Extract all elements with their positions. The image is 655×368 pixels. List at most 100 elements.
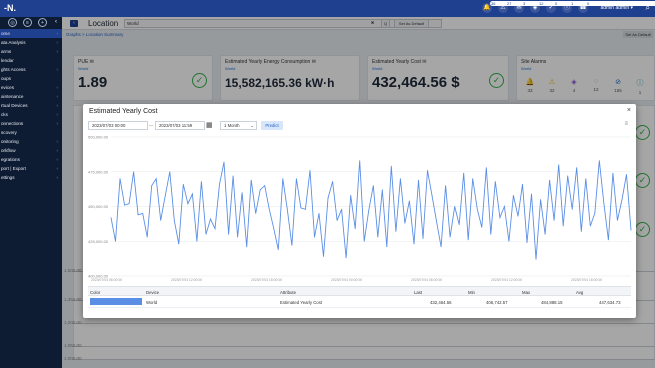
data-point[interactable] (400, 178, 401, 180)
data-point[interactable] (201, 181, 202, 182)
data-point[interactable] (381, 189, 383, 191)
data-point[interactable] (562, 225, 564, 227)
data-point[interactable] (585, 178, 587, 180)
data-point[interactable] (323, 256, 324, 257)
data-point[interactable] (128, 203, 130, 205)
data-point[interactable] (182, 183, 184, 185)
data-point[interactable] (341, 208, 342, 210)
data-point[interactable] (449, 236, 451, 238)
data-point[interactable] (368, 210, 370, 212)
data-point[interactable] (513, 195, 514, 196)
data-point[interactable] (598, 160, 600, 161)
data-point[interactable] (553, 220, 555, 221)
sidebar-item[interactable]: arms ‹ (0, 47, 62, 56)
data-point[interactable] (273, 228, 275, 230)
sidebar-item[interactable]: egrations ‹ (0, 155, 62, 164)
data-point[interactable] (531, 193, 532, 195)
data-point[interactable] (160, 220, 162, 221)
data-point[interactable] (431, 195, 433, 196)
data-point[interactable] (359, 160, 361, 161)
data-point[interactable] (259, 189, 261, 191)
sidebar-item[interactable]: ghts Access ‹ (0, 65, 62, 74)
data-point[interactable] (345, 257, 347, 259)
sidebar-item[interactable]: rtual Devices ‹ (0, 101, 62, 110)
data-point[interactable] (354, 228, 356, 230)
data-point[interactable] (594, 213, 596, 214)
data-point[interactable] (517, 215, 519, 217)
data-point[interactable] (467, 239, 469, 241)
sidebar-item[interactable]: port | Export ‹ (0, 164, 62, 173)
data-point[interactable] (219, 183, 220, 185)
data-point[interactable] (571, 208, 573, 210)
data-point[interactable] (332, 181, 333, 182)
sidebar-item[interactable]: scovery (0, 128, 62, 137)
data-point[interactable] (630, 229, 632, 231)
data-point[interactable] (603, 203, 605, 205)
data-point[interactable] (164, 195, 166, 196)
data-point[interactable] (205, 233, 207, 235)
data-point[interactable] (567, 175, 569, 177)
data-point[interactable] (268, 208, 270, 210)
data-point[interactable] (504, 206, 505, 207)
data-point[interactable] (115, 240, 116, 242)
data-point[interactable] (549, 179, 550, 181)
data-point[interactable] (494, 181, 496, 182)
data-point[interactable] (173, 220, 175, 221)
data-point[interactable] (133, 171, 134, 173)
data-point[interactable] (286, 208, 288, 210)
data-point[interactable] (458, 224, 460, 225)
collapse-icon[interactable]: ‹ (55, 19, 57, 25)
user-menu[interactable]: admin admin ▾ (600, 5, 633, 11)
data-point[interactable] (463, 172, 465, 174)
data-point[interactable] (350, 195, 352, 196)
data-point[interactable] (404, 222, 406, 224)
data-point[interactable] (540, 199, 541, 200)
data-point[interactable] (187, 203, 189, 205)
sidebar-item[interactable]: lendar (0, 56, 62, 65)
data-point[interactable] (223, 161, 225, 163)
data-point[interactable] (305, 208, 306, 210)
data-point[interactable] (476, 208, 478, 210)
data-point[interactable] (300, 207, 302, 209)
data-point[interactable] (296, 178, 297, 180)
data-point[interactable] (436, 221, 437, 223)
data-point[interactable] (386, 246, 388, 248)
data-point[interactable] (142, 213, 144, 214)
sidebar-item[interactable]: ettings ‹ (0, 173, 62, 182)
data-point[interactable] (309, 170, 311, 171)
data-point[interactable] (282, 178, 284, 180)
data-point[interactable] (151, 185, 153, 186)
data-point[interactable] (110, 217, 112, 218)
data-point[interactable] (481, 226, 483, 228)
data-point[interactable] (232, 175, 234, 177)
data-point[interactable] (621, 199, 623, 200)
data-point[interactable] (626, 174, 627, 175)
data-point[interactable] (196, 240, 198, 242)
data-point[interactable] (522, 183, 523, 185)
data-point[interactable] (210, 218, 211, 220)
data-point[interactable] (472, 178, 474, 180)
sidebar-item[interactable]: ome ‹ (0, 29, 62, 38)
data-point[interactable] (336, 220, 338, 221)
sidebar-item[interactable]: orkflow ‹ (0, 146, 62, 155)
data-point[interactable] (124, 204, 125, 206)
data-point[interactable] (363, 240, 365, 242)
data-point[interactable] (146, 236, 148, 238)
data-point[interactable] (612, 172, 614, 174)
data-point[interactable] (508, 240, 510, 242)
data-point[interactable] (558, 164, 560, 166)
data-point[interactable] (576, 167, 578, 168)
data-point[interactable] (264, 185, 266, 186)
data-point[interactable] (255, 213, 257, 214)
data-point[interactable] (422, 238, 424, 239)
data-point[interactable] (314, 236, 315, 238)
data-point[interactable] (291, 245, 293, 246)
data-point[interactable] (608, 239, 609, 241)
data-point[interactable] (178, 243, 180, 245)
sidebar-item[interactable]: ata Analysis ‹ (0, 38, 62, 47)
data-point[interactable] (580, 231, 582, 232)
data-point[interactable] (250, 179, 252, 181)
data-point[interactable] (485, 167, 487, 168)
data-point[interactable] (544, 233, 546, 235)
sidebar-item[interactable]: cks ‹ (0, 110, 62, 119)
